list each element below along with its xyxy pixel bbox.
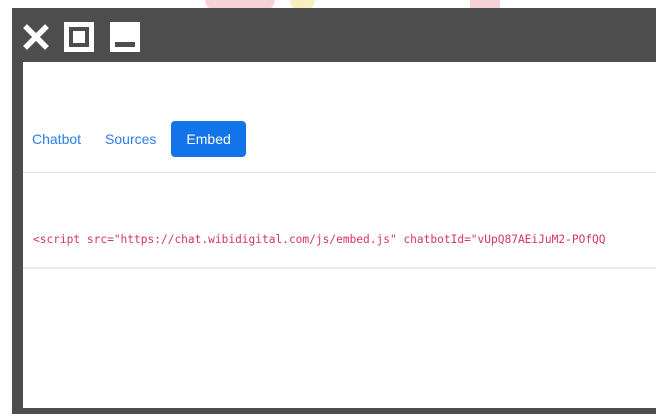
window-content: Chatbot Sources Embed <script src="https… (23, 62, 656, 408)
maximize-icon (64, 22, 94, 52)
divider (23, 172, 656, 173)
app-window: Chatbot Sources Embed <script src="https… (12, 8, 656, 414)
minimize-button[interactable] (110, 22, 140, 52)
tab-chatbot[interactable]: Chatbot (23, 121, 95, 157)
tab-embed[interactable]: Embed (171, 121, 246, 157)
close-icon (21, 22, 51, 52)
maximize-button[interactable] (64, 22, 94, 52)
divider (23, 267, 656, 269)
minimize-icon (110, 22, 140, 52)
tab-bar: Chatbot Sources Embed (23, 121, 246, 157)
embed-code-snippet[interactable]: <script src="https://chat.wibidigital.co… (33, 233, 606, 246)
tab-sources[interactable]: Sources (95, 121, 166, 157)
window-titlebar (12, 8, 656, 62)
close-button[interactable] (21, 22, 51, 52)
